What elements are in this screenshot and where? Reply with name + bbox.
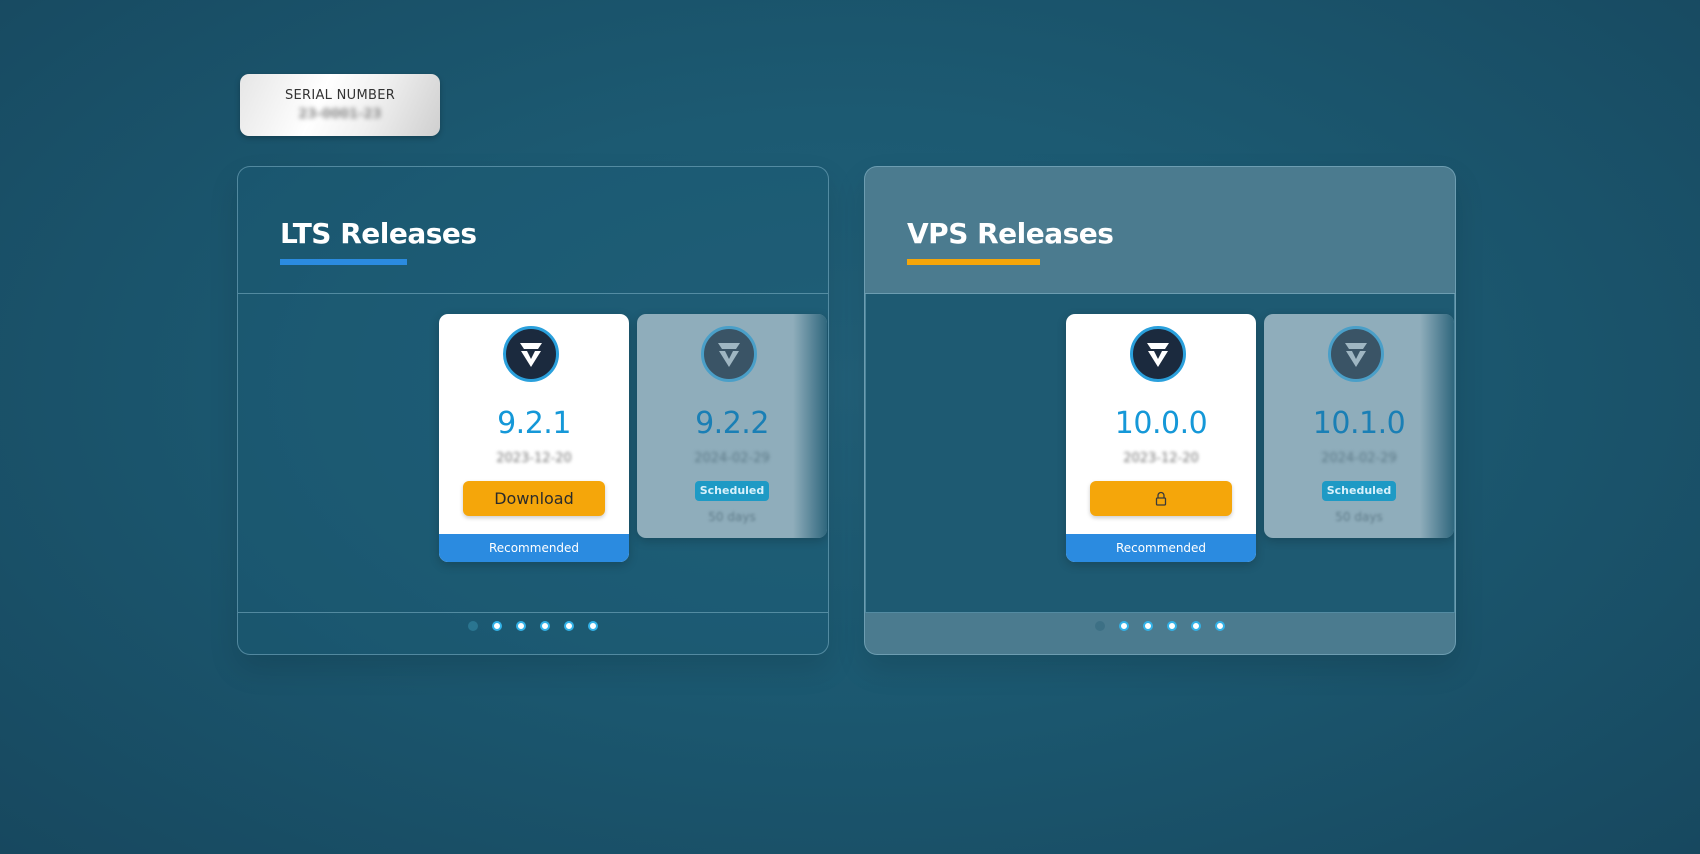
pagination-dot[interactable] (1215, 621, 1225, 631)
release-date: 2023-12-20 (1123, 451, 1199, 466)
lts-panel-header: LTS Releases (238, 167, 828, 294)
vps-release-card-current: 10.0.0 2023-12-20 Recommended (1066, 314, 1256, 562)
vps-panel-title: VPS Releases (907, 217, 1114, 250)
locked-download-button[interactable] (1090, 481, 1232, 516)
release-date: 2024-02-29 (694, 451, 770, 466)
pagination-dot[interactable] (540, 621, 550, 631)
scheduled-badge: Scheduled (695, 481, 769, 501)
release-date: 2023-12-20 (496, 451, 572, 466)
serial-number-badge: SERIAL NUMBER 23-0001-23 (240, 74, 440, 136)
vps-releases-panel: VPS Releases 10.0.0 2023-12-20 Recommend… (864, 166, 1456, 655)
pagination-dot[interactable] (1095, 621, 1105, 631)
recommended-tag: Recommended (439, 534, 629, 562)
release-version: 9.2.1 (497, 406, 571, 441)
pagination-dot[interactable] (564, 621, 574, 631)
lts-title-underline (280, 259, 407, 265)
vps-release-carousel[interactable]: 10.0.0 2023-12-20 Recommended 10.1.0 202… (865, 294, 1455, 613)
serial-number-value: 23-0001-23 (298, 107, 382, 122)
vps-release-card-next[interactable]: 10.1.0 2024-02-29 Scheduled 50 days (1264, 314, 1454, 538)
recommended-tag: Recommended (1066, 534, 1256, 562)
release-version: 9.2.2 (695, 406, 769, 441)
download-button[interactable]: Download (463, 481, 605, 516)
release-countdown: 50 days (1335, 510, 1383, 524)
product-logo-icon (1130, 326, 1186, 382)
lts-pagination-dots (238, 621, 828, 635)
lts-releases-panel: LTS Releases 9.2.1 2023-12-20 Download R… (237, 166, 829, 655)
lts-panel-title: LTS Releases (280, 217, 477, 250)
pagination-dot[interactable] (1167, 621, 1177, 631)
vps-pagination-dots (865, 621, 1455, 635)
release-version: 10.1.0 (1312, 406, 1406, 441)
pagination-dot[interactable] (1191, 621, 1201, 631)
serial-number-label: SERIAL NUMBER (284, 88, 396, 103)
pagination-dot[interactable] (1143, 621, 1153, 631)
pagination-dot[interactable] (1119, 621, 1129, 631)
release-countdown: 50 days (708, 510, 756, 524)
lts-release-card-next[interactable]: 9.2.2 2024-02-29 Scheduled 50 days (637, 314, 827, 538)
release-date: 2024-02-29 (1321, 451, 1397, 466)
product-logo-icon (503, 326, 559, 382)
release-version: 10.0.0 (1114, 406, 1208, 441)
product-logo-icon (1328, 326, 1384, 382)
lock-icon (1155, 491, 1167, 506)
pagination-dot[interactable] (588, 621, 598, 631)
scheduled-badge: Scheduled (1322, 481, 1396, 501)
pagination-dot[interactable] (492, 621, 502, 631)
vps-title-underline (907, 259, 1040, 265)
pagination-dot[interactable] (516, 621, 526, 631)
lts-release-carousel[interactable]: 9.2.1 2023-12-20 Download Recommended 9.… (238, 294, 828, 613)
pagination-dot[interactable] (468, 621, 478, 631)
vps-panel-header: VPS Releases (865, 167, 1455, 294)
product-logo-icon (701, 326, 757, 382)
lts-release-card-current: 9.2.1 2023-12-20 Download Recommended (439, 314, 629, 562)
